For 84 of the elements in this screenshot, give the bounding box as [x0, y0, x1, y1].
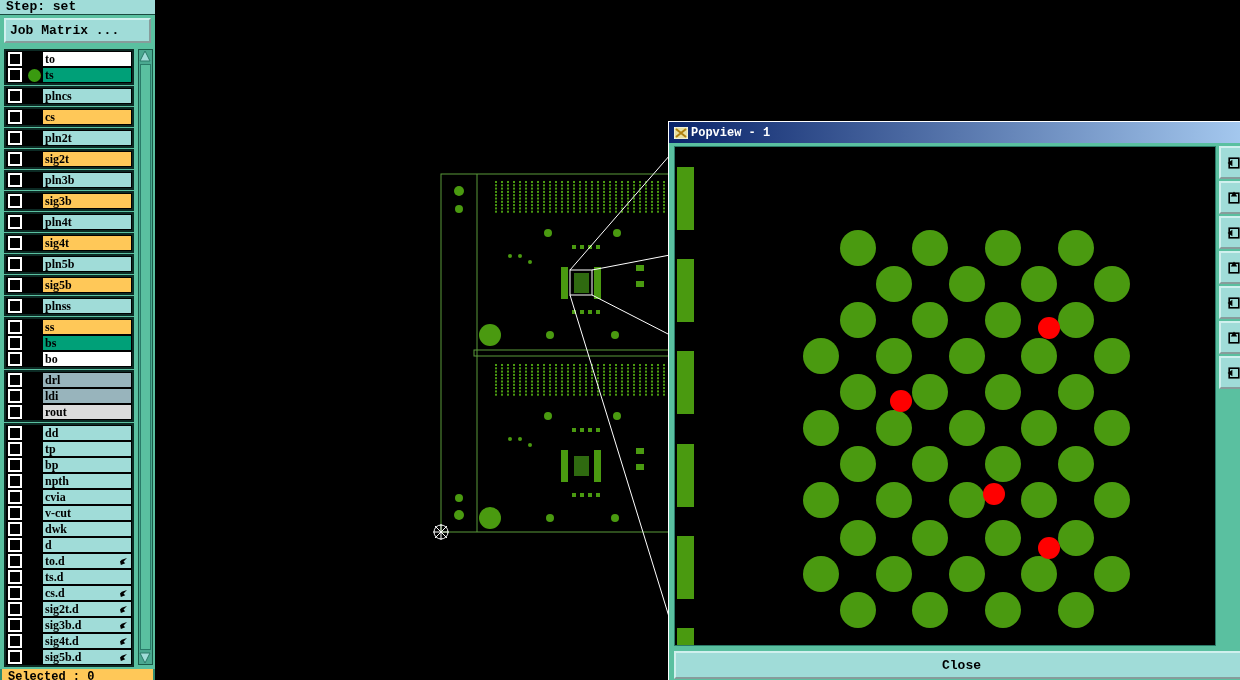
layer-checkbox[interactable]	[8, 522, 22, 536]
layer-name[interactable]: dd	[43, 426, 131, 440]
layer-name[interactable]: npth	[43, 474, 131, 488]
layer-name[interactable]: plnss	[43, 299, 131, 313]
step-label: Step: set	[0, 0, 155, 15]
view-tool-button[interactable]	[1219, 251, 1240, 284]
layer-name[interactable]: drl	[43, 373, 131, 387]
layer-name[interactable]: sig2t.d	[43, 602, 131, 616]
layer-checkbox[interactable]	[8, 68, 22, 82]
scrollbar[interactable]	[138, 49, 153, 665]
layer-checkbox[interactable]	[8, 52, 22, 66]
scroll-down-icon[interactable]	[139, 652, 151, 664]
layer-checkbox[interactable]	[8, 152, 22, 166]
layer-checkbox[interactable]	[8, 389, 22, 403]
close-button[interactable]: Close	[674, 651, 1240, 679]
layer-checkbox[interactable]	[8, 336, 22, 350]
layer-name[interactable]: sig3b.d	[43, 618, 131, 632]
layer-name[interactable]: dwk	[43, 522, 131, 536]
layer-name[interactable]: cs.d	[43, 586, 131, 600]
layer-name[interactable]: ss	[43, 320, 131, 334]
layer-name[interactable]: d	[43, 538, 131, 552]
layer-checkbox[interactable]	[8, 110, 22, 124]
layer-name[interactable]: pln5b	[43, 257, 131, 271]
layer-checkbox[interactable]	[8, 257, 22, 271]
layer-name[interactable]: ldi	[43, 389, 131, 403]
layer-name[interactable]: cs	[43, 110, 131, 124]
layer-checkbox[interactable]	[8, 426, 22, 440]
layer-name[interactable]: bp	[43, 458, 131, 472]
layer-checkbox[interactable]	[8, 89, 22, 103]
layer-checkbox[interactable]	[8, 299, 22, 313]
layer-checkbox[interactable]	[8, 236, 22, 250]
window-title: Popview - 1	[691, 125, 771, 140]
layer-name[interactable]: pln3b	[43, 173, 131, 187]
layer-name[interactable]: pln4t	[43, 215, 131, 229]
layer-checkbox[interactable]	[8, 602, 22, 616]
layer-checkbox[interactable]	[8, 506, 22, 520]
layer-name[interactable]: ts.d	[43, 570, 131, 584]
job-matrix-button[interactable]: Job Matrix ...	[4, 18, 151, 43]
layer-name[interactable]: ts	[43, 68, 131, 82]
layer-checkbox[interactable]	[8, 618, 22, 632]
layer-checkbox[interactable]	[8, 373, 22, 387]
layer-checkbox[interactable]	[8, 474, 22, 488]
layer-name[interactable]: sig2t	[43, 152, 131, 166]
layer-name[interactable]: plncs	[43, 89, 131, 103]
app-icon	[674, 126, 688, 139]
view-tool-button[interactable]	[1219, 181, 1240, 214]
view-tool-button[interactable]	[1219, 321, 1240, 354]
layer-name[interactable]: pln2t	[43, 131, 131, 145]
layer-name[interactable]: bs	[43, 336, 131, 350]
layer-checkbox[interactable]	[8, 458, 22, 472]
layer-checkbox[interactable]	[8, 570, 22, 584]
layer-name[interactable]: sig5b	[43, 278, 131, 292]
layer-checkbox[interactable]	[8, 442, 22, 456]
layer-checkbox[interactable]	[8, 538, 22, 552]
layer-checkbox[interactable]	[8, 586, 22, 600]
layer-name[interactable]: sig4t	[43, 236, 131, 250]
layer-name[interactable]: to	[43, 52, 131, 66]
layer-name[interactable]: v-cut	[43, 506, 131, 520]
layer-checkbox[interactable]	[8, 194, 22, 208]
layer-checkbox[interactable]	[8, 634, 22, 648]
layer-name[interactable]: bo	[43, 352, 131, 366]
layer-checkbox[interactable]	[8, 490, 22, 504]
layer-name[interactable]: sig5b.d	[43, 650, 131, 664]
layer-checkbox[interactable]	[8, 173, 22, 187]
view-tool-button[interactable]	[1219, 216, 1240, 249]
layer-checkbox[interactable]	[8, 352, 22, 366]
layer-checkbox[interactable]	[8, 650, 22, 664]
layer-checkbox[interactable]	[8, 554, 22, 568]
view-tool-button[interactable]	[1219, 146, 1240, 179]
layer-name[interactable]: sig3b	[43, 194, 131, 208]
layer-name[interactable]: cvia	[43, 490, 131, 504]
view-tool-button[interactable]	[1219, 356, 1240, 389]
layer-checkbox[interactable]	[8, 278, 22, 292]
layer-name[interactable]: tp	[43, 442, 131, 456]
scroll-up-icon[interactable]	[139, 50, 151, 62]
view-tool-button[interactable]	[1219, 286, 1240, 319]
selected-count: Selected : 0	[2, 669, 153, 680]
layer-checkbox[interactable]	[8, 215, 22, 229]
layer-name[interactable]: to.d	[43, 554, 131, 568]
layer-name[interactable]: rout	[43, 405, 131, 419]
layer-checkbox[interactable]	[8, 131, 22, 145]
layer-checkbox[interactable]	[8, 405, 22, 419]
layer-name[interactable]: sig4t.d	[43, 634, 131, 648]
layer-checkbox[interactable]	[8, 320, 22, 334]
